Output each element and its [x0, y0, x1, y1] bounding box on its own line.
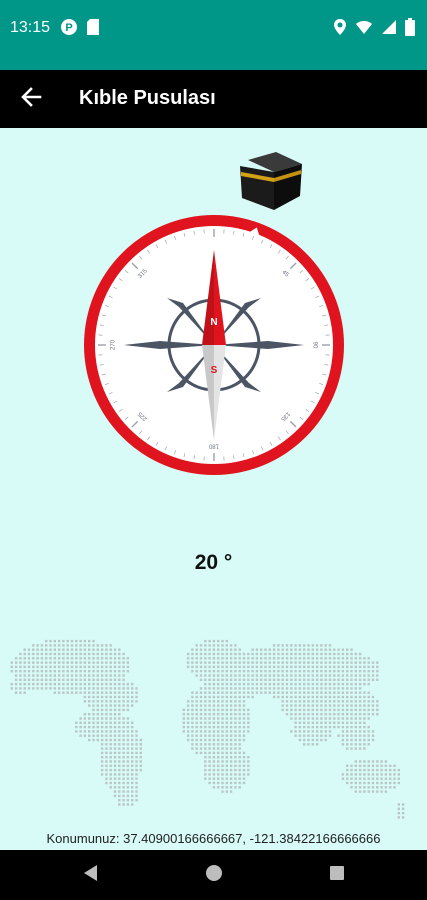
needle-south-label: S [211, 365, 218, 376]
sd-card-icon [86, 18, 100, 41]
status-bar: 13:15 P [0, 0, 427, 70]
location-icon [333, 18, 347, 41]
svg-text:P: P [65, 22, 72, 34]
needle-north-label: N [210, 317, 217, 328]
recents-square-icon [329, 865, 345, 886]
dial-label-90: 90 [311, 342, 317, 349]
location-text: Konumunuz: 37.40900166666667, -121.38422… [46, 831, 381, 846]
nav-home-button[interactable] [199, 860, 229, 890]
dial-label-270: 270 [111, 339, 117, 350]
dial-label-180: 180 [208, 442, 219, 448]
app-bar: Kıble Pusulası [0, 70, 427, 128]
nav-recents-button[interactable] [322, 860, 352, 890]
wifi-icon [355, 19, 373, 40]
status-time: 13:15 [10, 19, 51, 36]
nav-back-button[interactable] [76, 860, 106, 890]
battery-icon [405, 18, 415, 41]
arrow-back-icon [20, 86, 42, 113]
app-notification-icon: P [60, 18, 78, 41]
back-button[interactable] [14, 82, 48, 116]
signal-icon [381, 19, 397, 40]
home-circle-icon [205, 864, 223, 887]
world-map [10, 639, 405, 819]
compass-dial: 4590135180225270315 N S [84, 215, 344, 475]
back-triangle-icon [83, 864, 99, 887]
kaaba-icon [240, 152, 302, 210]
system-nav-bar [0, 850, 427, 900]
page-title: Kıble Pusulası [79, 87, 216, 109]
qibla-degree-text: 20 ° [194, 551, 233, 574]
